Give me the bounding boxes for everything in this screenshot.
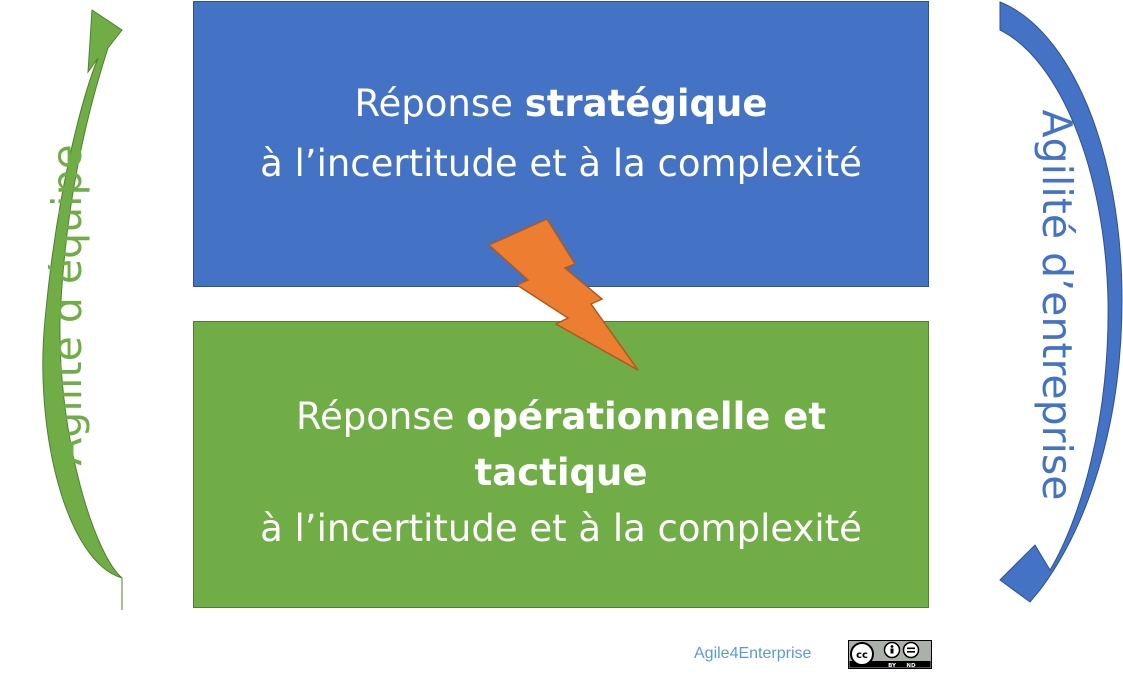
- diagram-graphics: [42, 1, 1123, 610]
- cc-by-nd-license-icon: cc BY ND: [848, 640, 932, 669]
- nd-badge-text: ND: [906, 663, 916, 669]
- lightning-bolt-icon: [487, 218, 639, 371]
- team-agility-label: Agilité d’équipe: [43, 144, 91, 466]
- enterprise-agility-label: Agilité d’entreprise: [1033, 109, 1081, 501]
- cc-badge-text: cc: [856, 650, 868, 661]
- brand-footer: Agile4Enterprise: [694, 645, 812, 662]
- by-badge-text: BY: [888, 663, 897, 669]
